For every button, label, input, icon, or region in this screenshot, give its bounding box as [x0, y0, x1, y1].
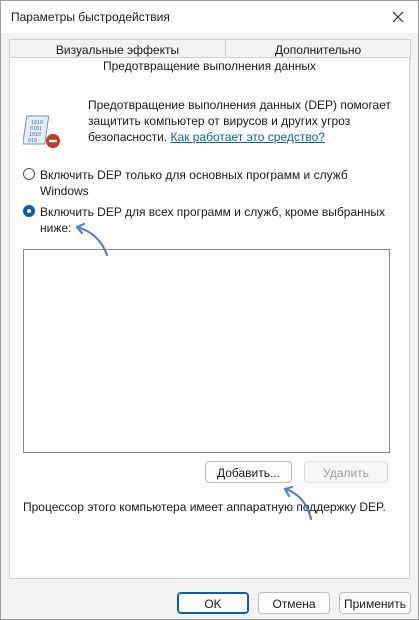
add-button[interactable]: Добавить...	[205, 461, 292, 483]
option-label: Включить DEP только для основных програм…	[40, 168, 348, 198]
ok-button[interactable]: OK	[177, 592, 249, 614]
tab-label: Дополнительно	[274, 43, 362, 57]
option-label: Включить DEP для всех программ и служб, …	[40, 205, 386, 235]
tab-strip: Визуальные эффекты Дополнительно	[9, 39, 411, 60]
remove-button[interactable]: Удалить	[304, 461, 388, 483]
tab-label: Визуальные эффекты	[55, 43, 180, 57]
radio-button-selected[interactable]	[23, 205, 35, 217]
dep-description: Предотвращение выполнения данных (DEP) п…	[88, 97, 398, 145]
apply-button[interactable]: Применить	[339, 592, 411, 614]
close-icon	[392, 11, 404, 23]
hardware-support-note: Процессор этого компьютера имеет аппарат…	[23, 500, 386, 514]
title-bar: Параметры быстродействия	[1, 1, 418, 33]
close-button[interactable]	[386, 5, 410, 29]
dep-shield-icon: 1010 0101 1010 010	[23, 115, 60, 148]
radio-button[interactable]	[23, 168, 35, 180]
option-all-except-selected[interactable]: Включить DEP для всех программ и служб, …	[23, 204, 393, 236]
option-essential-only[interactable]: Включить DEP только для основных програм…	[23, 167, 393, 199]
window-title: Параметры быстродействия	[11, 10, 170, 24]
tab-dep[interactable]: Предотвращение выполнения данных	[9, 59, 410, 73]
svg-text:010: 010	[28, 138, 37, 144]
exclusions-list[interactable]	[23, 249, 390, 453]
performance-options-window: Параметры быстродействия Визуальные эффе…	[0, 0, 419, 620]
how-it-works-link[interactable]: Как работает это средство?	[171, 130, 325, 144]
cancel-button[interactable]: Отмена	[258, 592, 330, 614]
